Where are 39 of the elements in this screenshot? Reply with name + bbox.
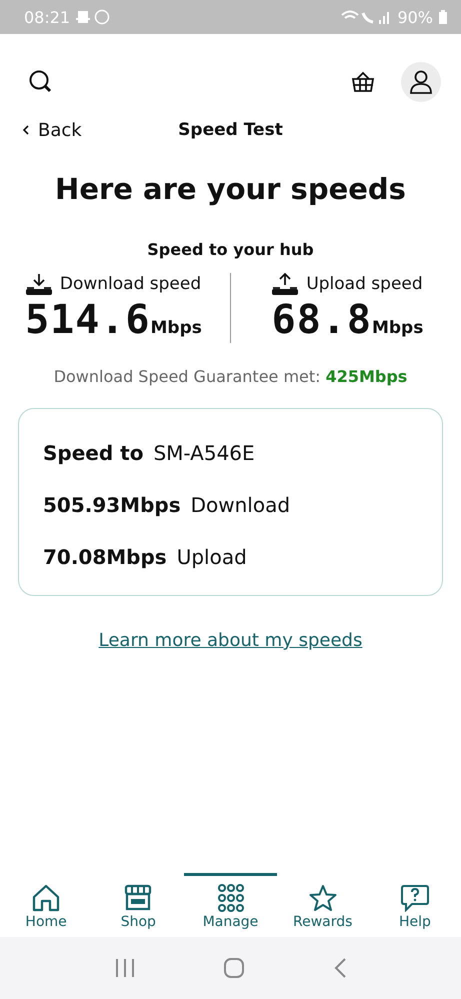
home-icon[interactable] (223, 957, 246, 979)
metric-label: Download speed (60, 274, 202, 294)
star-icon (308, 884, 338, 912)
basket-icon[interactable] (351, 71, 375, 93)
recent-apps-icon[interactable] (114, 958, 136, 978)
account-button[interactable] (401, 62, 441, 102)
battery-level: 90% (397, 8, 433, 26)
section-title: Speed to your hub (146, 240, 315, 259)
storefront-icon (124, 884, 152, 912)
notification-icon (76, 9, 110, 25)
learn-more-link[interactable]: Learn more about my speeds (98, 630, 362, 651)
speed-label: Download (190, 493, 290, 517)
back-icon[interactable] (333, 957, 348, 979)
speed-value: 505.93Mbps (43, 493, 181, 517)
person-icon (410, 70, 432, 94)
speed-value: 68.8 (272, 297, 372, 343)
status-time: 08:21 (24, 8, 70, 26)
card-label: Speed to (43, 441, 144, 465)
metric-label: Upload speed (306, 274, 423, 294)
speed-value: 70.08Mbps (43, 545, 167, 569)
chevron-left-icon (22, 124, 30, 136)
speed-unit: Mbps (372, 318, 424, 338)
guarantee-text: Download Speed Guarantee met: (54, 367, 321, 386)
battery-icon (439, 10, 447, 24)
headline: Here are your speeds (54, 172, 407, 206)
speed-unit: Mbps (150, 318, 202, 338)
back-link[interactable]: Back (22, 120, 82, 140)
speed-value: 514.6 (25, 297, 151, 343)
device-name: SM-A546E (153, 441, 255, 465)
signal-icon (341, 9, 392, 25)
search-icon[interactable] (28, 69, 54, 95)
house-icon (31, 884, 62, 912)
grid-icon (216, 884, 246, 912)
download-icon (26, 273, 52, 295)
speed-label: Upload (176, 545, 247, 569)
help-icon (400, 884, 430, 912)
page-title: Speed Test (178, 120, 283, 140)
upload-icon (272, 273, 298, 295)
guarantee-value: 425Mbps (326, 367, 408, 386)
